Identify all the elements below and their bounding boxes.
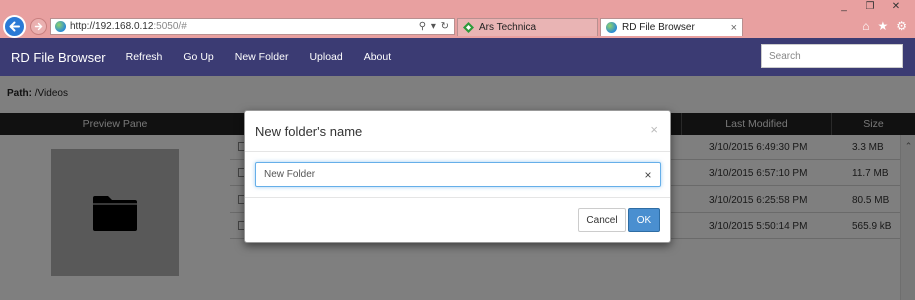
nav-new-folder[interactable]: New Folder — [235, 51, 289, 63]
dialog-body: × — [245, 152, 670, 198]
back-button[interactable] — [3, 15, 26, 38]
nav-upload[interactable]: Upload — [309, 51, 342, 63]
clear-input-icon[interactable]: × — [636, 168, 660, 182]
back-arrow-icon — [9, 21, 20, 32]
brand-title[interactable]: RD File Browser — [11, 50, 106, 65]
nav-about[interactable]: About — [364, 51, 391, 63]
favorites-star-icon[interactable]: ★ — [877, 19, 888, 33]
tab-label: Ars Technica — [479, 22, 537, 33]
nav-refresh[interactable]: Refresh — [126, 51, 163, 63]
tab-rd-file-browser[interactable]: RD File Browser × — [600, 18, 743, 36]
browser-chrome: _ ❐ ✕ http://192.168.0.12:5050/# ⚲ ▾ ↻ A… — [0, 0, 915, 38]
ars-technica-favicon-icon — [463, 22, 474, 33]
forward-arrow-icon — [34, 22, 43, 31]
nav-go-up[interactable]: Go Up — [183, 51, 213, 63]
dialog-header: New folder's name × — [245, 111, 670, 152]
folder-name-field: × — [255, 162, 661, 187]
search-input[interactable] — [761, 44, 903, 68]
url-text[interactable]: http://192.168.0.12:5050/# — [70, 21, 419, 32]
tab-label: RD File Browser — [622, 22, 695, 33]
dialog-close-icon[interactable]: × — [650, 122, 658, 137]
cancel-button[interactable]: Cancel — [578, 208, 626, 232]
tab-close-icon[interactable]: × — [731, 22, 737, 34]
tab-ars-technica[interactable]: Ars Technica — [457, 18, 598, 36]
folder-name-input[interactable] — [256, 163, 636, 186]
address-search-refresh-icons[interactable]: ⚲ ▾ ↻ — [419, 21, 450, 32]
settings-gear-icon[interactable]: ⚙ — [896, 19, 907, 33]
minimize-button[interactable]: _ — [831, 0, 857, 14]
dialog-footer: Cancel OK — [245, 198, 670, 244]
home-icon[interactable]: ⌂ — [862, 19, 869, 33]
ok-button[interactable]: OK — [628, 208, 660, 232]
browser-toolbar: ⌂ ★ ⚙ — [862, 19, 907, 33]
address-bar[interactable]: http://192.168.0.12:5050/# ⚲ ▾ ↻ — [50, 18, 455, 35]
forward-button[interactable] — [30, 18, 47, 35]
close-window-button[interactable]: ✕ — [883, 0, 909, 14]
restore-button[interactable]: ❐ — [857, 0, 883, 14]
site-favicon-icon — [606, 22, 617, 33]
dialog-title: New folder's name — [255, 124, 363, 139]
new-folder-dialog: New folder's name × × Cancel OK — [244, 110, 671, 243]
site-favicon-icon — [55, 21, 66, 32]
window-controls: _ ❐ ✕ — [831, 0, 909, 14]
app-navbar: RD File Browser Refresh Go Up New Folder… — [0, 38, 915, 76]
